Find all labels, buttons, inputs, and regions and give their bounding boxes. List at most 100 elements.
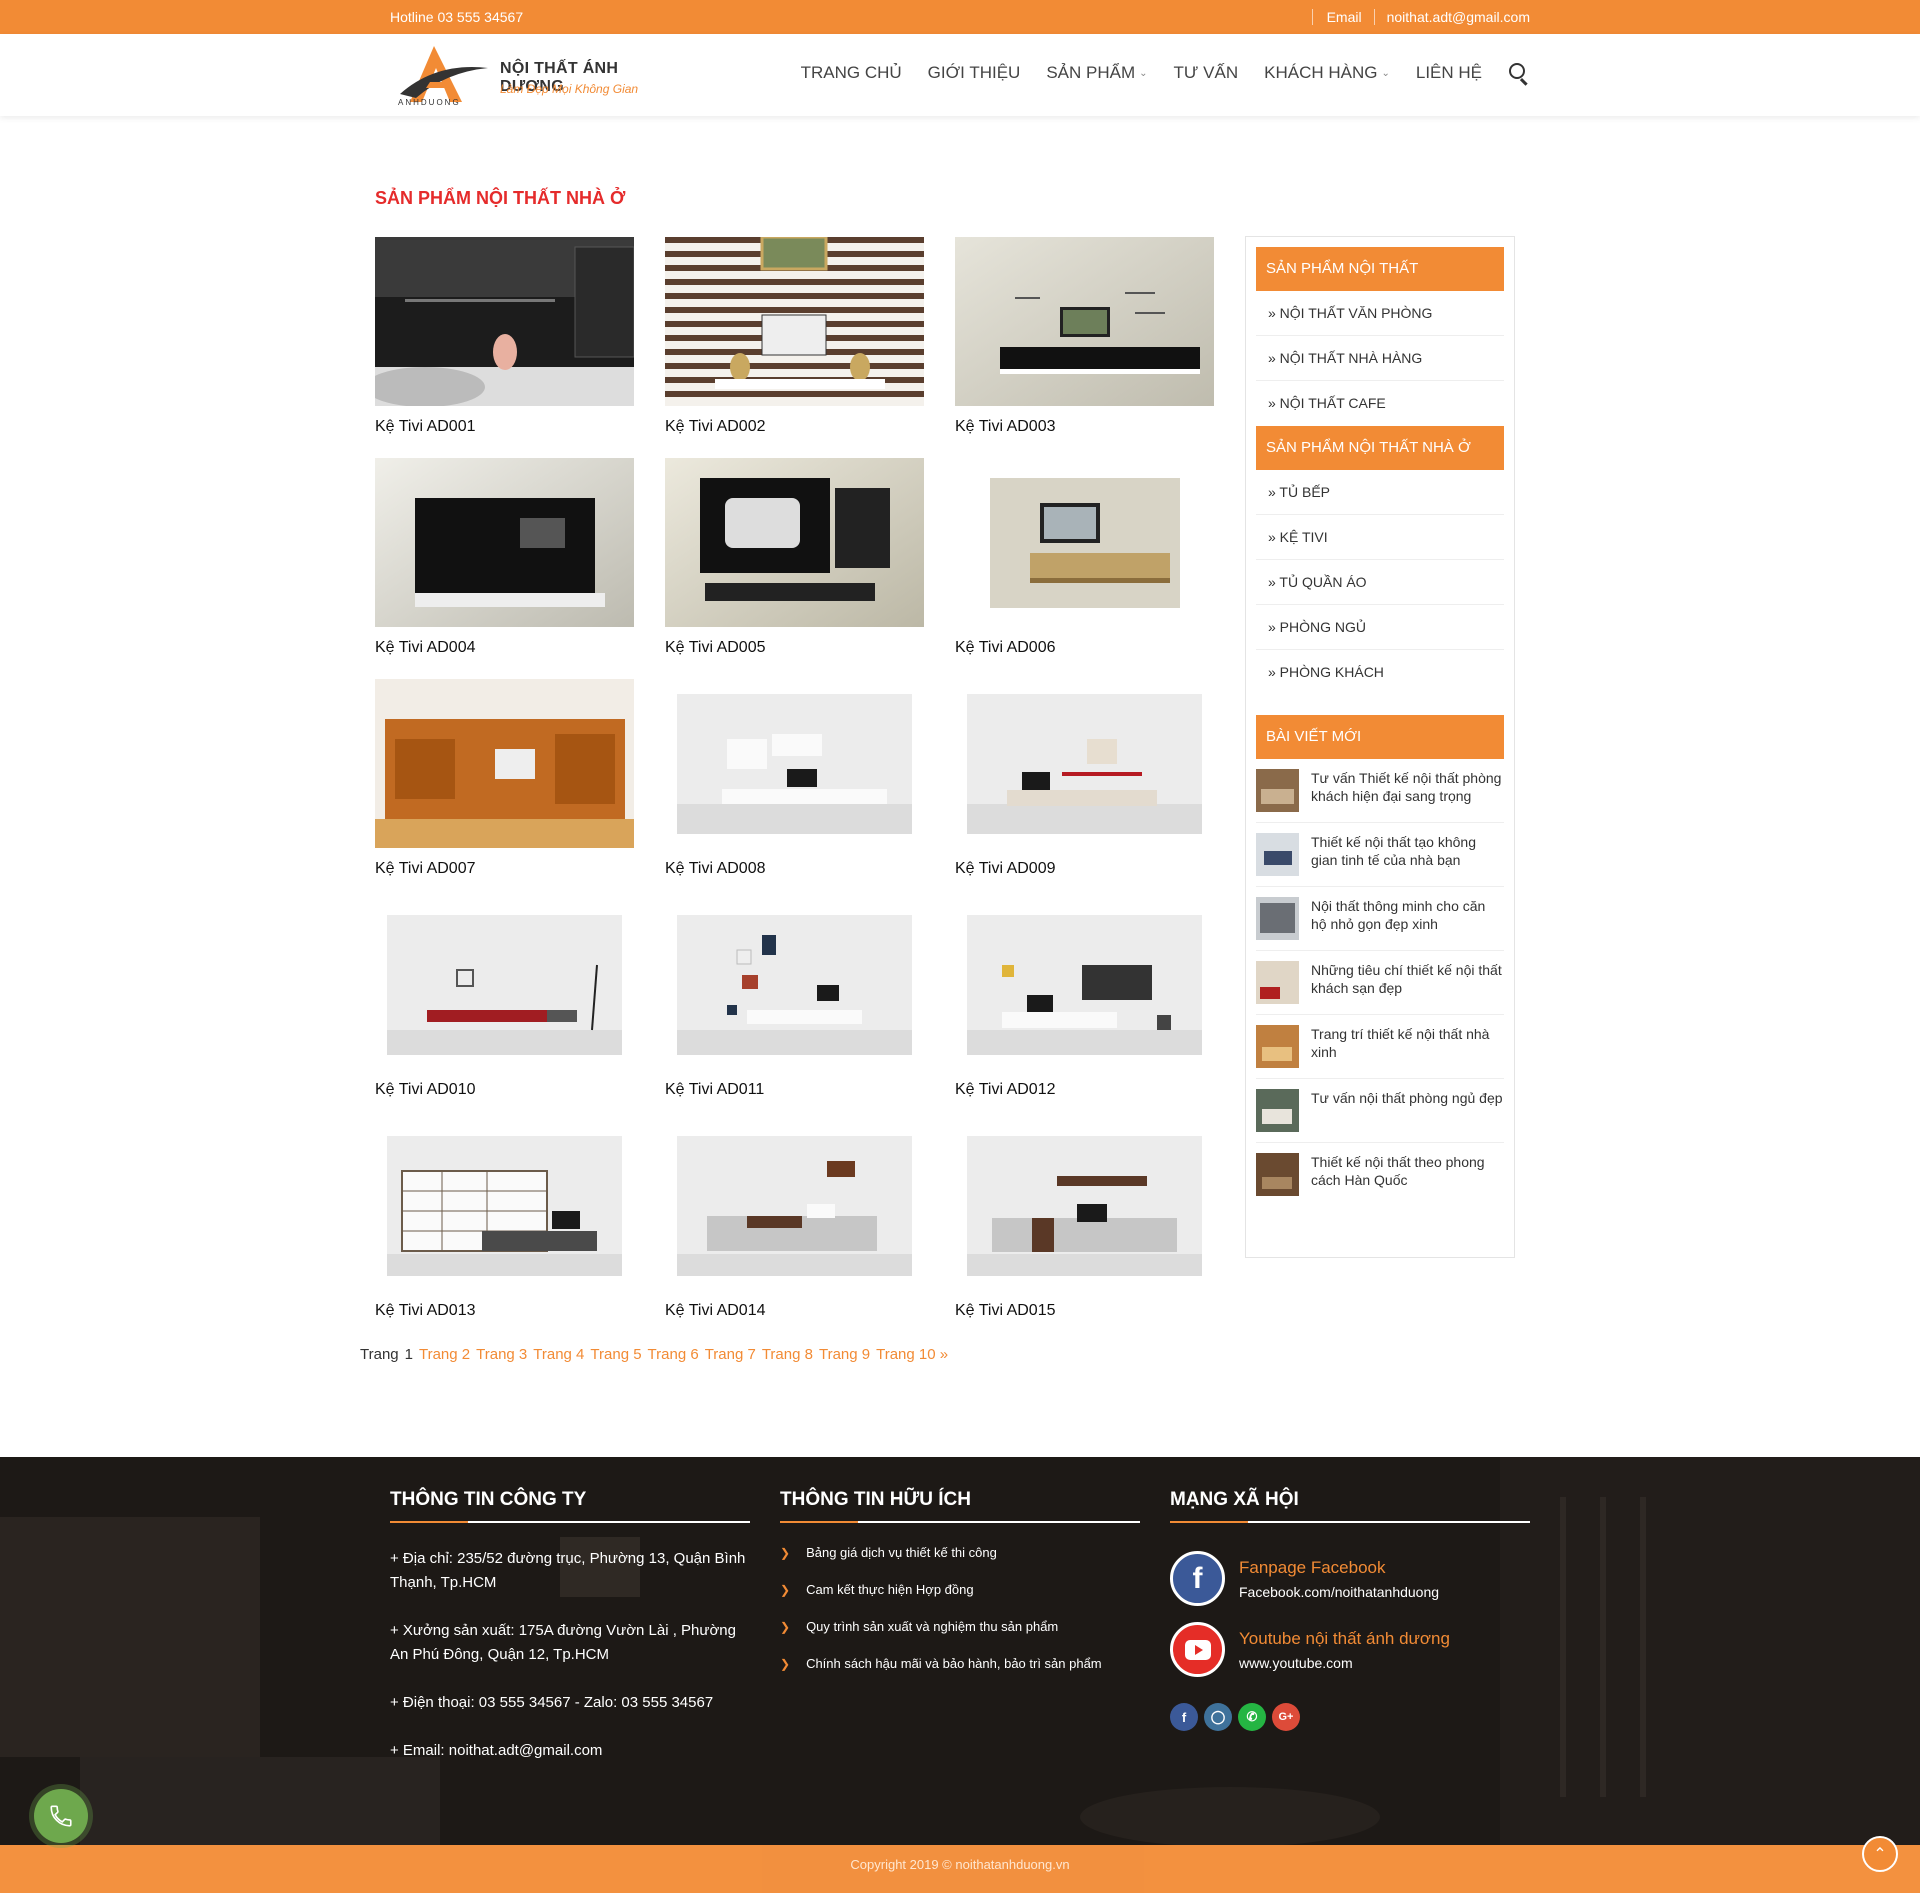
product-image[interactable] bbox=[665, 237, 924, 406]
nav-about[interactable]: GIỚI THIỆU bbox=[928, 63, 1021, 83]
category-wardrobe[interactable]: » TỦ QUẦN ÁO bbox=[1256, 560, 1504, 605]
product-image[interactable] bbox=[665, 458, 924, 627]
product-name[interactable]: Kệ Tivi AD013 bbox=[375, 1302, 634, 1320]
product-name[interactable]: Kệ Tivi AD001 bbox=[375, 418, 634, 436]
scroll-top-button[interactable]: ⌃ bbox=[1862, 1836, 1898, 1872]
product-name[interactable]: Kệ Tivi AD009 bbox=[955, 860, 1214, 878]
post-thumbnail[interactable] bbox=[1256, 961, 1299, 1004]
post-item[interactable]: Tư vấn Thiết kế nội thất phòng khách hiệ… bbox=[1256, 759, 1504, 823]
nav-products[interactable]: SẢN PHẨM ⌄ bbox=[1046, 63, 1147, 83]
page-link[interactable]: Trang 9 bbox=[819, 1346, 870, 1363]
product-card[interactable]: Kệ Tivi AD007 bbox=[375, 679, 634, 900]
category-tv-shelf[interactable]: » KỆ TIVI bbox=[1256, 515, 1504, 560]
post-item[interactable]: Tư vấn nội thất phòng ngủ đẹp bbox=[1256, 1079, 1504, 1143]
product-image[interactable] bbox=[375, 900, 634, 1069]
search-icon[interactable] bbox=[1508, 62, 1530, 86]
nav-home[interactable]: TRANG CHỦ bbox=[801, 63, 902, 83]
page-link[interactable]: Trang 2 bbox=[419, 1346, 470, 1363]
post-thumbnail[interactable] bbox=[1256, 833, 1299, 876]
product-card[interactable]: Kệ Tivi AD002 bbox=[665, 237, 924, 458]
product-name[interactable]: Kệ Tivi AD003 bbox=[955, 418, 1214, 436]
useful-link[interactable]: ❯ Bảng giá dịch vụ thiết kế thi công bbox=[780, 1545, 1140, 1560]
product-image[interactable] bbox=[665, 679, 924, 848]
product-image[interactable] bbox=[955, 458, 1214, 627]
phone-icon[interactable]: ✆ bbox=[1238, 1703, 1266, 1731]
post-title[interactable]: Nội thất thông minh cho căn hộ nhỏ gọn đ… bbox=[1311, 897, 1504, 940]
nav-customers[interactable]: KHÁCH HÀNG ⌄ bbox=[1264, 63, 1390, 83]
product-image[interactable] bbox=[665, 1121, 924, 1290]
google-plus-icon[interactable]: G+ bbox=[1272, 1703, 1300, 1731]
product-card[interactable]: Kệ Tivi AD004 bbox=[375, 458, 634, 679]
post-title[interactable]: Thiết kế nội thất tạo không gian tinh tế… bbox=[1311, 833, 1504, 876]
product-name[interactable]: Kệ Tivi AD015 bbox=[955, 1302, 1214, 1320]
category-restaurant[interactable]: » NỘI THẤT NHÀ HÀNG bbox=[1256, 336, 1504, 381]
youtube-title[interactable]: Youtube nội thất ánh dương bbox=[1239, 1629, 1450, 1649]
product-card[interactable]: Kệ Tivi AD013 bbox=[375, 1121, 634, 1342]
email-link[interactable]: noithat.adt@gmail.com bbox=[1387, 9, 1530, 25]
page-link[interactable]: Trang 8 bbox=[762, 1346, 813, 1363]
post-title[interactable]: Trang trí thiết kế nội thất nhà xinh bbox=[1311, 1025, 1504, 1068]
youtube-url[interactable]: www.youtube.com bbox=[1239, 1655, 1450, 1671]
product-image[interactable] bbox=[375, 458, 634, 627]
product-card[interactable]: Kệ Tivi AD011 bbox=[665, 900, 924, 1121]
post-item[interactable]: Những tiêu chí thiết kế nội thất khách s… bbox=[1256, 951, 1504, 1015]
category-cafe[interactable]: » NỘI THẤT CAFE bbox=[1256, 381, 1504, 426]
post-thumbnail[interactable] bbox=[1256, 769, 1299, 812]
page-link[interactable]: Trang 4 bbox=[533, 1346, 584, 1363]
youtube-icon[interactable] bbox=[1170, 1622, 1225, 1677]
page-link[interactable]: Trang 7 bbox=[705, 1346, 756, 1363]
youtube-link[interactable]: Youtube nội thất ánh dương www.youtube.co… bbox=[1170, 1622, 1530, 1677]
useful-link[interactable]: ❯ Quy trình sản xuất và nghiệm thu sản ph… bbox=[780, 1619, 1140, 1634]
product-name[interactable]: Kệ Tivi AD010 bbox=[375, 1081, 634, 1099]
product-name[interactable]: Kệ Tivi AD004 bbox=[375, 639, 634, 657]
product-card[interactable]: Kệ Tivi AD010 bbox=[375, 900, 634, 1121]
product-name[interactable]: Kệ Tivi AD005 bbox=[665, 639, 924, 657]
hotline[interactable]: Hotline 03 555 34567 bbox=[390, 9, 523, 25]
product-card[interactable]: Kệ Tivi AD003 bbox=[955, 237, 1214, 458]
post-thumbnail[interactable] bbox=[1256, 1025, 1299, 1068]
post-title[interactable]: Thiết kế nội thất theo phong cách Hàn Qu… bbox=[1311, 1153, 1504, 1196]
product-card[interactable]: Kệ Tivi AD012 bbox=[955, 900, 1214, 1121]
nav-consult[interactable]: TƯ VẤN bbox=[1174, 63, 1239, 83]
product-card[interactable]: Kệ Tivi AD009 bbox=[955, 679, 1214, 900]
post-thumbnail[interactable] bbox=[1256, 1089, 1299, 1132]
post-title[interactable]: Những tiêu chí thiết kế nội thất khách s… bbox=[1311, 961, 1504, 1004]
product-name[interactable]: Kệ Tivi AD011 bbox=[665, 1081, 924, 1099]
facebook-title[interactable]: Fanpage Facebook bbox=[1239, 1558, 1439, 1578]
product-card[interactable]: Kệ Tivi AD015 bbox=[955, 1121, 1214, 1342]
product-image[interactable] bbox=[955, 679, 1214, 848]
product-card[interactable]: Kệ Tivi AD001 bbox=[375, 237, 634, 458]
product-image[interactable] bbox=[955, 237, 1214, 406]
product-name[interactable]: Kệ Tivi AD007 bbox=[375, 860, 634, 878]
post-title[interactable]: Tư vấn Thiết kế nội thất phòng khách hiệ… bbox=[1311, 769, 1504, 812]
product-card[interactable]: Kệ Tivi AD014 bbox=[665, 1121, 924, 1342]
product-name[interactable]: Kệ Tivi AD014 bbox=[665, 1302, 924, 1320]
facebook-url[interactable]: Facebook.com/noithatanhduong bbox=[1239, 1584, 1439, 1600]
post-item[interactable]: Thiết kế nội thất tạo không gian tinh tế… bbox=[1256, 823, 1504, 887]
category-kitchen[interactable]: » TỦ BẾP bbox=[1256, 470, 1504, 515]
nav-contact[interactable]: LIÊN HỆ bbox=[1416, 63, 1482, 83]
facebook-link[interactable]: f Fanpage Facebook Facebook.com/noithatan… bbox=[1170, 1551, 1530, 1606]
page-link[interactable]: Trang 5 bbox=[590, 1346, 641, 1363]
facebook-icon[interactable]: f bbox=[1170, 1703, 1198, 1731]
product-image[interactable] bbox=[665, 900, 924, 1069]
product-name[interactable]: Kệ Tivi AD006 bbox=[955, 639, 1214, 657]
useful-link[interactable]: ❯ Cam kết thực hiện Hợp đồng bbox=[780, 1582, 1140, 1597]
product-card[interactable]: Kệ Tivi AD008 bbox=[665, 679, 924, 900]
post-thumbnail[interactable] bbox=[1256, 1153, 1299, 1196]
category-bedroom[interactable]: » PHÒNG NGỦ bbox=[1256, 605, 1504, 650]
product-image[interactable] bbox=[375, 679, 634, 848]
logo[interactable]: ANHDUONG NỘI THẤT ÁNH DƯƠNG Làm Đẹp Mọi … bbox=[396, 38, 658, 112]
product-card[interactable]: Kệ Tivi AD006 bbox=[955, 458, 1214, 679]
product-image[interactable] bbox=[955, 1121, 1214, 1290]
page-link[interactable]: Trang 6 bbox=[648, 1346, 699, 1363]
page-link[interactable]: Trang 3 bbox=[476, 1346, 527, 1363]
product-image[interactable] bbox=[375, 237, 634, 406]
product-name[interactable]: Kệ Tivi AD008 bbox=[665, 860, 924, 878]
post-title[interactable]: Tư vấn nội thất phòng ngủ đẹp bbox=[1311, 1089, 1503, 1132]
instagram-icon[interactable]: ◯ bbox=[1204, 1703, 1232, 1731]
product-name[interactable]: Kệ Tivi AD012 bbox=[955, 1081, 1214, 1099]
post-item[interactable]: Nội thất thông minh cho căn hộ nhỏ gọn đ… bbox=[1256, 887, 1504, 951]
category-living-room[interactable]: » PHÒNG KHÁCH bbox=[1256, 650, 1504, 695]
useful-link[interactable]: ❯ Chính sách hậu mãi và bảo hành, bảo trì… bbox=[780, 1656, 1140, 1671]
